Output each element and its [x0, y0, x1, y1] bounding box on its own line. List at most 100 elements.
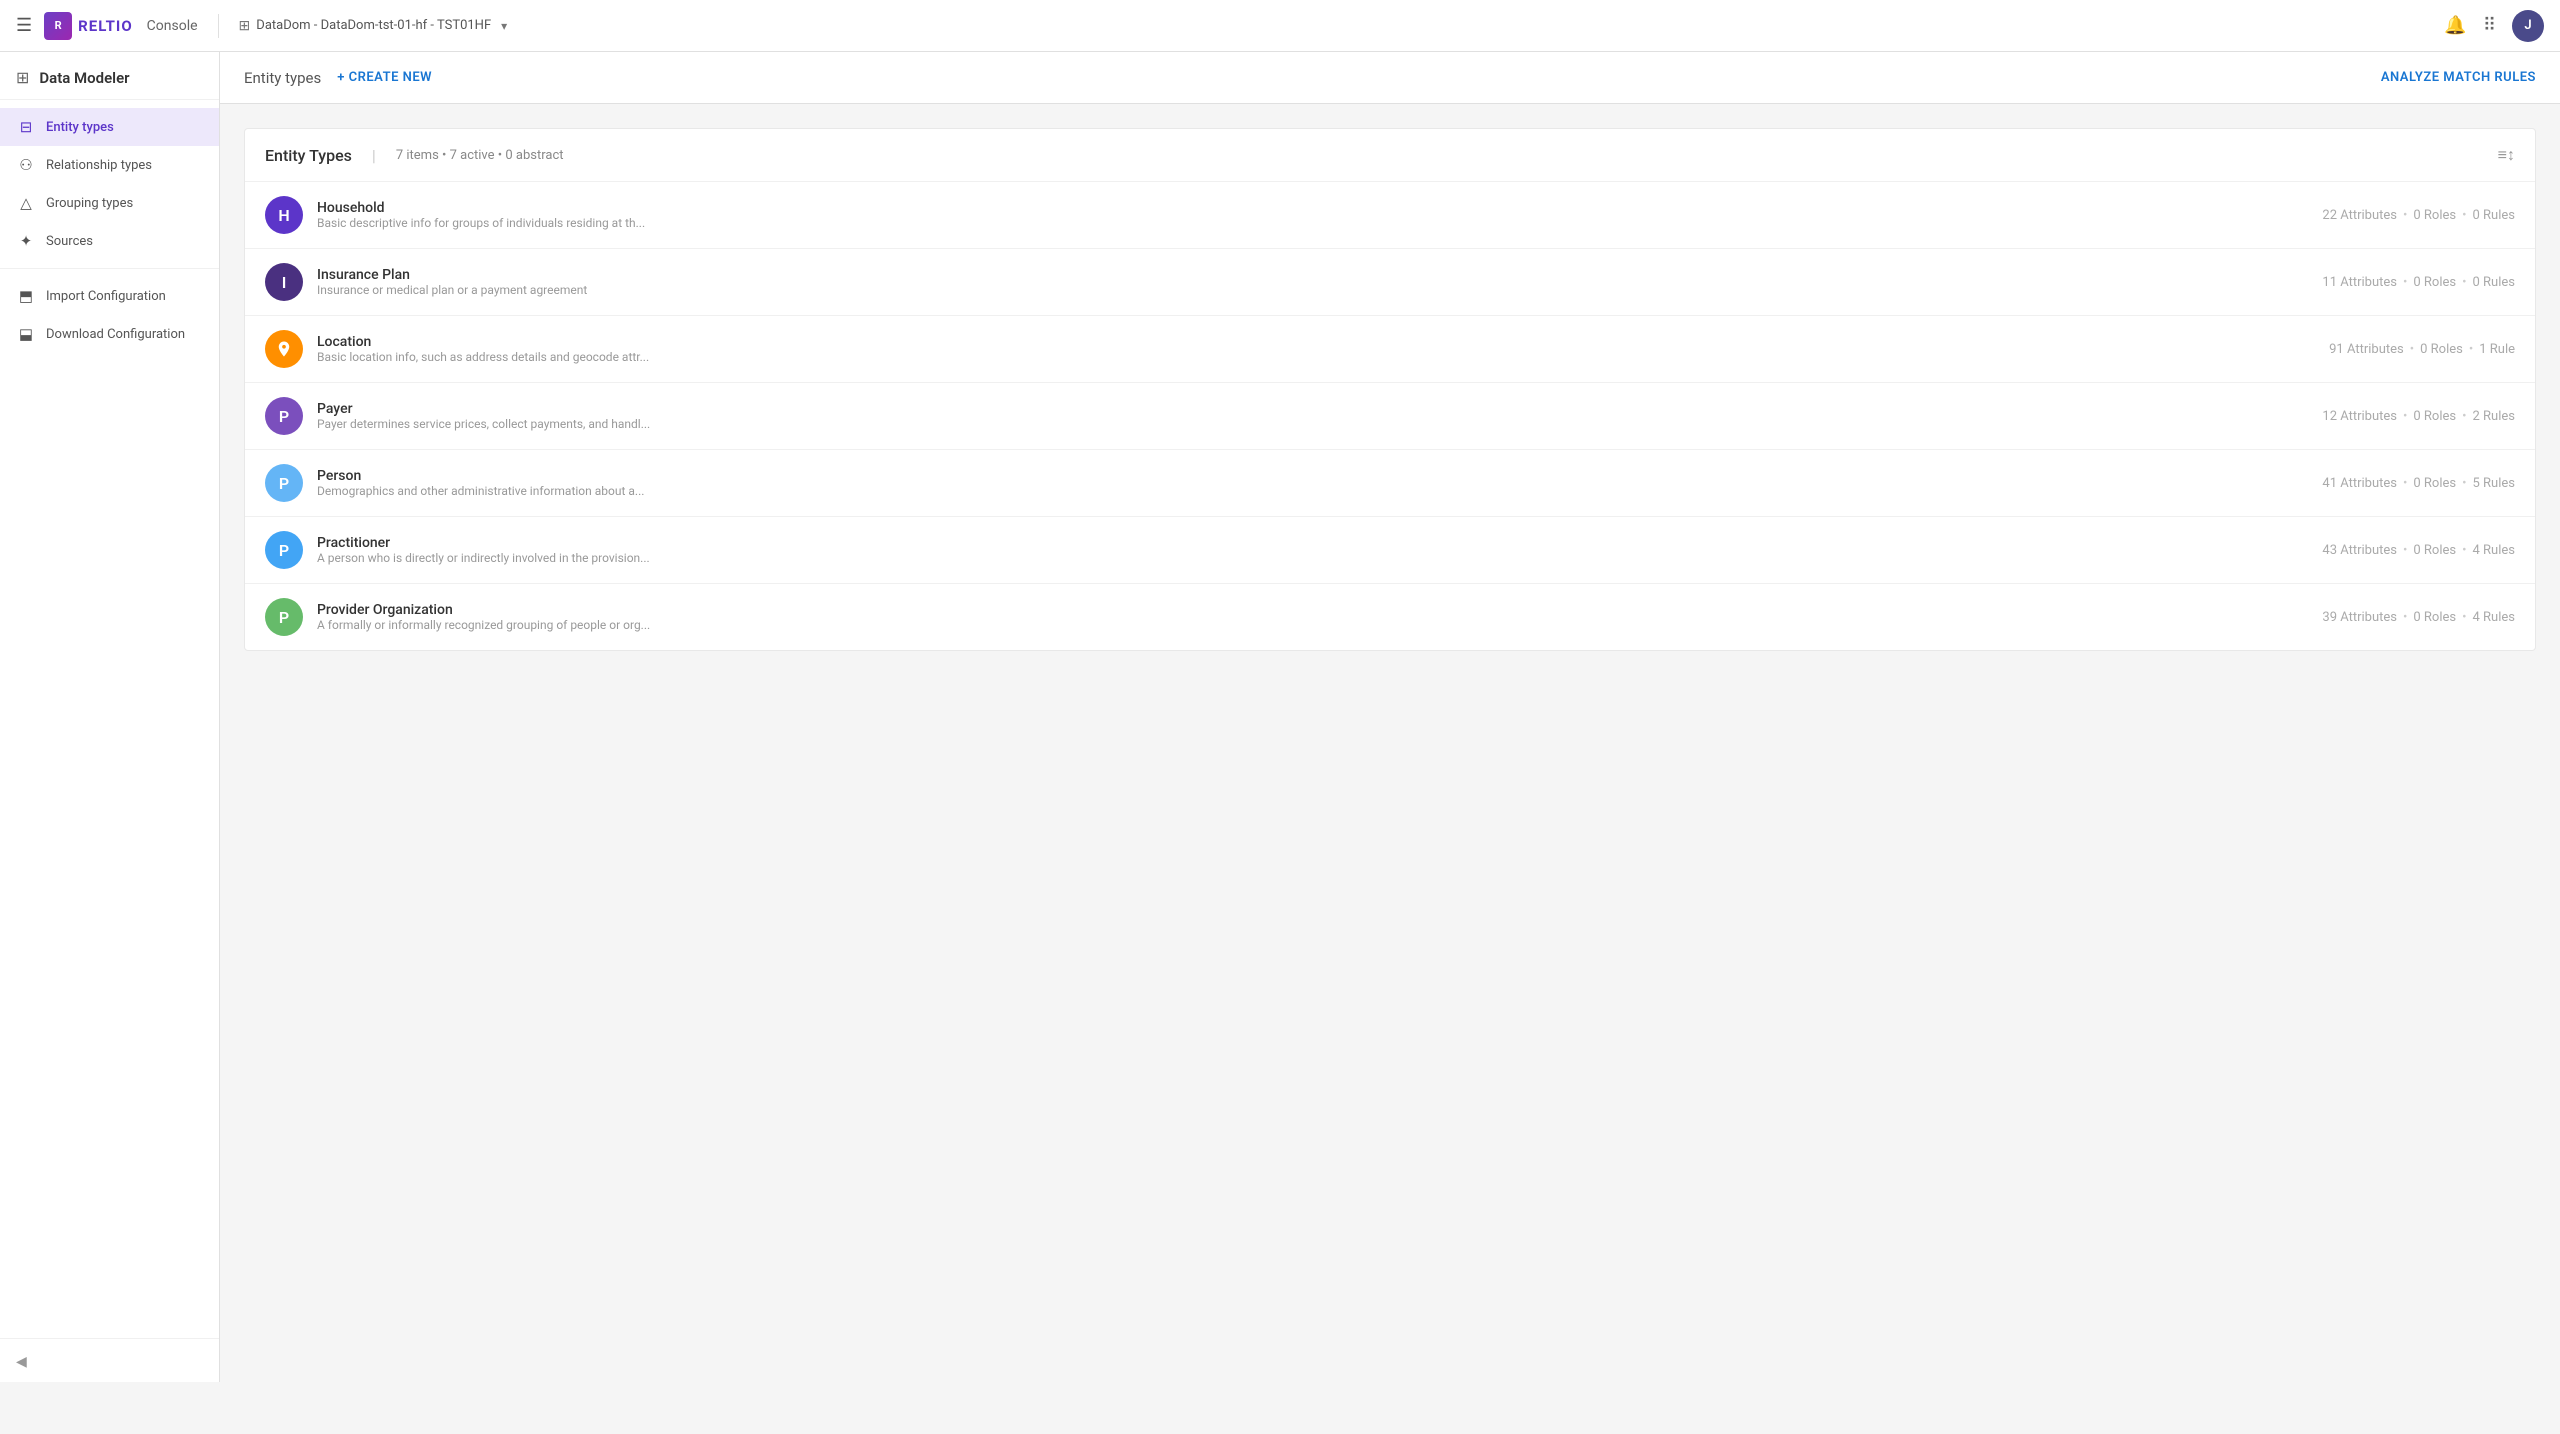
sidebar-item-entity-types-label: Entity types [46, 120, 114, 135]
sidebar-item-sources[interactable]: ✦ Sources [0, 222, 219, 260]
menu-icon[interactable]: ☰ [16, 15, 32, 36]
entity-row-person[interactable]: PPersonDemographics and other administra… [245, 449, 2535, 516]
topbar-actions: 🔔 ⠿ J [2444, 10, 2544, 42]
sidebar-title: Data Modeler [39, 69, 129, 87]
entity-stats-payer: 12 Attributes•0 Roles•2 Rules [2322, 409, 2515, 424]
sidebar-item-grouping-types[interactable]: △ Grouping types [0, 184, 219, 222]
download-config-icon: ⬓ [16, 325, 36, 343]
entity-attributes-practitioner: 43 Attributes [2322, 543, 2397, 558]
sidebar-item-entity-types[interactable]: ⊟ Entity types [0, 108, 219, 146]
stats-dot-1-provider-org: • [2403, 610, 2407, 625]
stats-dot-1-location: • [2410, 342, 2414, 357]
entity-roles-provider-org: 0 Roles [2413, 610, 2456, 625]
entity-attributes-payer: 12 Attributes [2322, 409, 2397, 424]
entity-info-payer: PayerPayer determines service prices, co… [317, 401, 2308, 431]
entity-avatar-location [265, 330, 303, 368]
stats-dot-2-insurance-plan: • [2462, 275, 2466, 290]
stats-dot-2-location: • [2469, 342, 2473, 357]
entity-desc-person: Demographics and other administrative in… [317, 484, 2308, 498]
entity-rules-provider-org: 4 Rules [2473, 610, 2515, 625]
sidebar-item-relationship-types-label: Relationship types [46, 158, 152, 173]
entity-info-person: PersonDemographics and other administrat… [317, 468, 2308, 498]
entity-row-location[interactable]: LocationBasic location info, such as add… [245, 315, 2535, 382]
entity-roles-household: 0 Roles [2413, 208, 2456, 223]
logo-icon: R [44, 12, 72, 40]
sidebar: ⊞ Data Modeler ⊟ Entity types ⚇ Relation… [0, 52, 220, 1382]
entity-desc-practitioner: A person who is directly or indirectly i… [317, 551, 2308, 565]
entity-attributes-insurance-plan: 11 Attributes [2322, 275, 2397, 290]
entity-rules-payer: 2 Rules [2473, 409, 2515, 424]
entity-avatar-practitioner: P [265, 531, 303, 569]
header-sep: | [372, 146, 376, 165]
grouping-types-icon: △ [16, 194, 36, 212]
entity-desc-household: Basic descriptive info for groups of ind… [317, 216, 2308, 230]
entity-avatar-insurance-plan: I [265, 263, 303, 301]
entity-roles-location: 0 Roles [2420, 342, 2463, 357]
create-plus-icon: + CREATE NEW [337, 70, 432, 85]
topbar-divider [218, 14, 219, 38]
entity-stats-person: 41 Attributes•0 Roles•5 Rules [2322, 476, 2515, 491]
content-area: Entity Types | 7 items • 7 active • 0 ab… [220, 104, 2560, 1382]
entity-attributes-household: 22 Attributes [2322, 208, 2397, 223]
entity-info-household: HouseholdBasic descriptive info for grou… [317, 200, 2308, 230]
entity-row-provider-org[interactable]: P Provider OrganizationA formally or info… [245, 583, 2535, 650]
stats-dot-1-practitioner: • [2403, 543, 2407, 558]
entity-info-provider-org: Provider OrganizationA formally or infor… [317, 602, 2308, 632]
apps-grid-icon[interactable]: ⠿ [2483, 15, 2496, 36]
user-avatar[interactable]: J [2512, 10, 2544, 42]
entity-name-provider-org: Provider Organization [317, 602, 2308, 618]
sidebar-item-import-config[interactable]: ⬒ Import Configuration [0, 277, 219, 315]
entity-roles-practitioner: 0 Roles [2413, 543, 2456, 558]
main-header: Entity types + CREATE NEW ANALYZE MATCH … [220, 52, 2560, 104]
sidebar-bottom: ◀ [0, 1338, 219, 1382]
sidebar-item-relationship-types[interactable]: ⚇ Relationship types [0, 146, 219, 184]
entity-name-person: Person [317, 468, 2308, 484]
sidebar-header: ⊞ Data Modeler [0, 52, 219, 100]
entity-row-practitioner[interactable]: P PractitionerA person who is directly or… [245, 516, 2535, 583]
entity-roles-payer: 0 Roles [2413, 409, 2456, 424]
entity-desc-payer: Payer determines service prices, collect… [317, 417, 2308, 431]
entity-types-meta: 7 items • 7 active • 0 abstract [396, 148, 564, 163]
entity-row-payer[interactable]: PPayerPayer determines service prices, c… [245, 382, 2535, 449]
topbar: ☰ R RELTIO Console ⊞ DataDom - DataDom-t… [0, 0, 2560, 52]
entity-stats-provider-org: 39 Attributes•0 Roles•4 Rules [2322, 610, 2515, 625]
tenant-name: DataDom - DataDom-tst-01-hf - TST01HF [256, 18, 491, 33]
entity-roles-insurance-plan: 0 Roles [2413, 275, 2456, 290]
tenant-dropdown-arrow: ▾ [501, 19, 507, 33]
entity-desc-provider-org: A formally or informally recognized grou… [317, 618, 2308, 632]
sidebar-nav: ⊟ Entity types ⚇ Relationship types △ Gr… [0, 100, 219, 1338]
entity-attributes-location: 91 Attributes [2329, 342, 2404, 357]
entity-info-location: LocationBasic location info, such as add… [317, 334, 2315, 364]
sort-icon[interactable]: ≡↕ [2498, 145, 2515, 165]
sources-icon: ✦ [16, 232, 36, 250]
entity-roles-person: 0 Roles [2413, 476, 2456, 491]
entity-name-payer: Payer [317, 401, 2308, 417]
entity-attributes-person: 41 Attributes [2322, 476, 2397, 491]
analyze-match-rules-button[interactable]: ANALYZE MATCH RULES [2381, 70, 2536, 85]
entity-card-header: Entity Types | 7 items • 7 active • 0 ab… [245, 129, 2535, 181]
entity-rules-practitioner: 4 Rules [2473, 543, 2515, 558]
stats-dot-1-household: • [2403, 208, 2407, 223]
sidebar-item-download-config[interactable]: ⬓ Download Configuration [0, 315, 219, 353]
stats-dot-2-practitioner: • [2462, 543, 2466, 558]
app-layout: ⊞ Data Modeler ⊟ Entity types ⚇ Relation… [0, 52, 2560, 1382]
entity-info-insurance-plan: Insurance PlanInsurance or medical plan … [317, 267, 2308, 297]
entity-stats-household: 22 Attributes•0 Roles•0 Rules [2322, 208, 2515, 223]
sidebar-item-grouping-types-label: Grouping types [46, 196, 133, 211]
entity-list: HHouseholdBasic descriptive info for gro… [245, 181, 2535, 650]
entity-avatar-provider-org: P [265, 598, 303, 636]
tenant-icon: ⊞ [239, 18, 251, 34]
entity-attributes-provider-org: 39 Attributes [2322, 610, 2397, 625]
page-title: Entity types [244, 69, 321, 87]
console-label: Console [147, 18, 198, 34]
entity-name-household: Household [317, 200, 2308, 216]
create-new-button[interactable]: + CREATE NEW [337, 70, 432, 85]
sidebar-collapse-button[interactable]: ◀ [16, 1354, 27, 1370]
notifications-bell-icon[interactable]: 🔔 [2444, 15, 2466, 36]
entity-row-household[interactable]: HHouseholdBasic descriptive info for gro… [245, 181, 2535, 248]
main-content: Entity types + CREATE NEW ANALYZE MATCH … [220, 52, 2560, 1382]
tenant-selector[interactable]: ⊞ DataDom - DataDom-tst-01-hf - TST01HF … [239, 18, 508, 34]
entity-row-insurance-plan[interactable]: I Insurance PlanInsurance or medical plan… [245, 248, 2535, 315]
entity-name-practitioner: Practitioner [317, 535, 2308, 551]
sidebar-divider [0, 268, 219, 269]
